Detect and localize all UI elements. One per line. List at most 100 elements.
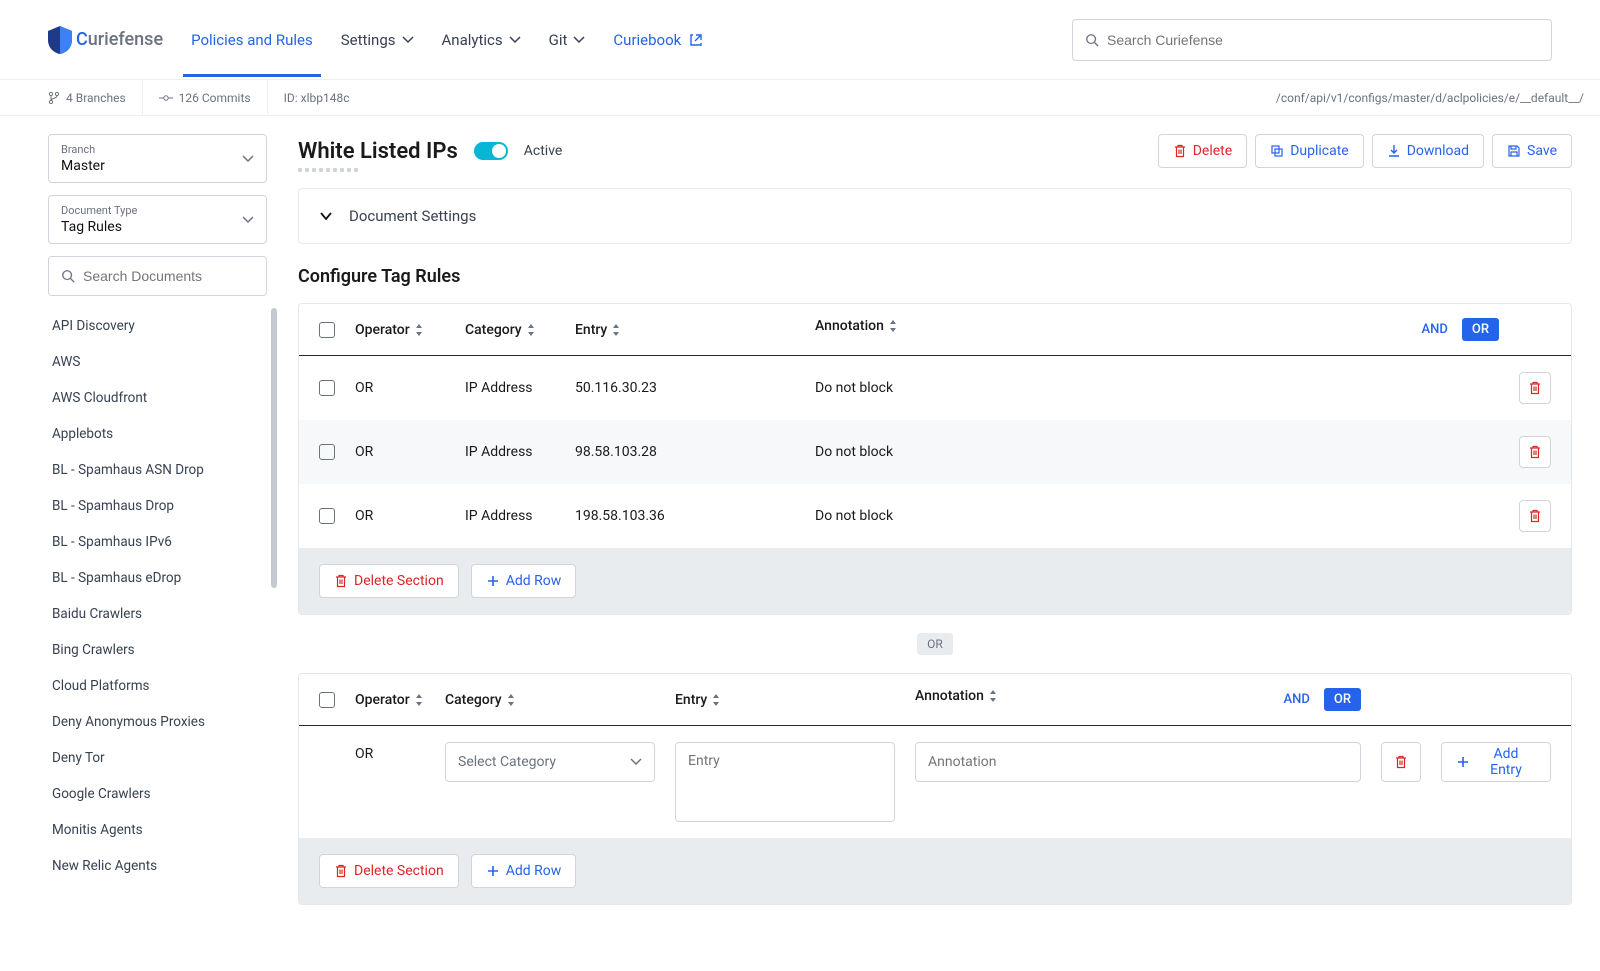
cell-annotation: Do not block [805, 484, 1509, 548]
cell-category: IP Address [455, 484, 565, 548]
nav-policies[interactable]: Policies and Rules [191, 31, 313, 49]
branches-count[interactable]: 4 Branches [0, 80, 143, 115]
list-item[interactable]: BL - Spamhaus ASN Drop [48, 452, 267, 488]
chevron-down-icon [509, 36, 521, 44]
list-item[interactable]: API Discovery [48, 308, 267, 344]
list-item[interactable]: Baidu Crawlers [48, 596, 267, 632]
row-checkbox[interactable] [319, 380, 335, 396]
col-entry[interactable]: Entry [665, 674, 905, 726]
list-item[interactable]: Deny Tor [48, 740, 267, 776]
entry-input[interactable] [688, 753, 882, 769]
delete-section-button[interactable]: Delete Section [319, 564, 459, 598]
delete-section-button[interactable]: Delete Section [319, 854, 459, 888]
nav-git[interactable]: Git [549, 31, 586, 49]
duplicate-button[interactable]: Duplicate [1255, 134, 1364, 168]
delete-row-button[interactable] [1519, 500, 1551, 532]
add-row-button[interactable]: Add Row [471, 564, 577, 598]
or-tab[interactable]: OR [1324, 688, 1361, 711]
nav-analytics[interactable]: Analytics [442, 31, 521, 49]
nav-settings[interactable]: Settings [341, 31, 414, 49]
list-item[interactable]: Google Crawlers [48, 776, 267, 812]
chevron-down-icon [402, 36, 414, 44]
category-select[interactable]: Select Category [445, 742, 655, 782]
cell-operator: OR [345, 484, 455, 548]
delete-row-button[interactable] [1519, 372, 1551, 404]
commits-count[interactable]: 126 Commits [143, 80, 268, 115]
save-button[interactable]: Save [1492, 134, 1572, 168]
save-icon [1507, 144, 1521, 158]
cell-operator: OR [345, 356, 455, 421]
entry-input-wrapper [675, 742, 895, 822]
cell-operator: OR [345, 726, 435, 839]
delete-row-button[interactable] [1381, 742, 1421, 782]
global-search[interactable] [1072, 19, 1552, 61]
sort-icon [414, 324, 424, 336]
list-item[interactable]: BL - Spamhaus eDrop [48, 560, 267, 596]
global-search-input[interactable] [1107, 32, 1539, 48]
col-annotation[interactable]: Annotation AND OR [905, 674, 1371, 726]
logo[interactable]: Curiefense [48, 26, 163, 54]
sort-icon [611, 324, 621, 336]
branch-select[interactable]: Branch Master [48, 134, 267, 183]
or-tab[interactable]: OR [1462, 318, 1499, 341]
and-tab[interactable]: AND [1278, 688, 1316, 711]
subbar: 4 Branches 126 Commits ID: xlbp148c /con… [0, 80, 1600, 116]
scrollbar[interactable] [271, 308, 277, 588]
documents-search[interactable] [48, 256, 267, 296]
list-item[interactable]: Bing Crawlers [48, 632, 267, 668]
table-row: OR IP Address 198.58.103.36 Do not block [299, 484, 1571, 548]
list-item[interactable]: AWS Cloudfront [48, 380, 267, 416]
cell-category: IP Address [455, 420, 565, 484]
select-all-checkbox[interactable] [319, 692, 335, 708]
plus-icon [1456, 755, 1470, 769]
list-item[interactable]: Monitis Agents [48, 812, 267, 848]
plus-icon [486, 864, 500, 878]
col-operator[interactable]: Operator [345, 674, 435, 726]
delete-button[interactable]: Delete [1158, 134, 1247, 168]
row-checkbox[interactable] [319, 444, 335, 460]
col-category[interactable]: Category [455, 304, 565, 356]
chevron-down-icon [630, 758, 642, 766]
cell-annotation: Do not block [805, 420, 1509, 484]
list-item[interactable]: Cloud Platforms [48, 668, 267, 704]
add-row-button[interactable]: Add Row [471, 854, 577, 888]
active-toggle[interactable] [474, 142, 508, 160]
delete-row-button[interactable] [1519, 436, 1551, 468]
sort-icon [988, 690, 998, 702]
col-operator[interactable]: Operator [345, 304, 455, 356]
chevron-down-icon [242, 216, 254, 224]
branch-label: Branch [61, 143, 105, 156]
branch-value: Master [61, 158, 105, 174]
select-all-checkbox[interactable] [319, 322, 335, 338]
top-nav: Curiefense Policies and Rules Settings A… [0, 0, 1600, 80]
documents-search-input[interactable] [83, 268, 264, 284]
cell-entry: 98.58.103.28 [565, 420, 805, 484]
new-entry-row: OR Select Category [299, 726, 1571, 839]
cell-operator: OR [345, 420, 455, 484]
document-settings-toggle[interactable]: Document Settings [298, 188, 1572, 244]
cell-annotation: Do not block [805, 356, 1509, 421]
list-item[interactable]: New Relic Agents [48, 848, 267, 884]
sort-icon [888, 320, 898, 332]
add-entry-button[interactable]: Add Entry [1441, 742, 1551, 782]
nav-curiebook[interactable]: Curiebook [613, 31, 703, 49]
active-toggle-label: Active [524, 143, 563, 159]
list-item[interactable]: AWS [48, 344, 267, 380]
list-item[interactable]: Deny Anonymous Proxies [48, 704, 267, 740]
and-tab[interactable]: AND [1416, 318, 1454, 341]
list-item[interactable]: BL - Spamhaus IPv6 [48, 524, 267, 560]
list-item[interactable]: BL - Spamhaus Drop [48, 488, 267, 524]
commit-icon [159, 93, 173, 103]
chevron-down-icon [573, 36, 585, 44]
annotation-input[interactable] [928, 754, 1348, 770]
list-item[interactable]: Applebots [48, 416, 267, 452]
configure-title: Configure Tag Rules [298, 266, 1572, 287]
row-checkbox[interactable] [319, 508, 335, 524]
cell-entry: 198.58.103.36 [565, 484, 805, 548]
col-annotation[interactable]: Annotation AND OR [805, 304, 1509, 356]
download-icon [1387, 144, 1401, 158]
col-entry[interactable]: Entry [565, 304, 805, 356]
download-button[interactable]: Download [1372, 134, 1484, 168]
doctype-select[interactable]: Document Type Tag Rules [48, 195, 267, 244]
col-category[interactable]: Category [435, 674, 665, 726]
